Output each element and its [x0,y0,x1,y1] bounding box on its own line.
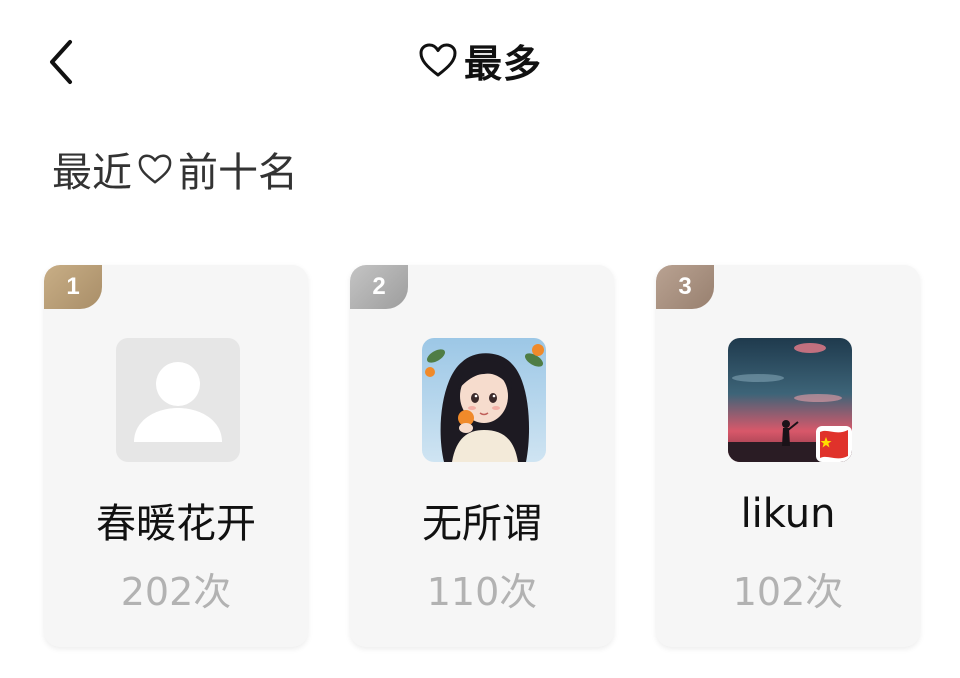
avatar [422,338,546,462]
user-name: 无所谓 [422,501,542,547]
rank-badge: 1 [44,265,102,309]
like-count: 110次 [426,570,538,614]
ranking-card[interactable]: 2 无所谓 110次 [350,265,614,647]
page-title: 最多 [0,34,960,86]
anime-girl-avatar [422,338,546,462]
ranking-card[interactable]: 1 春暖花开 202次 [44,265,308,647]
heart-outline-icon [419,43,457,77]
user-name: likun [740,491,836,537]
like-count: 202次 [120,570,232,614]
sunset-silhouette-avatar [728,338,852,462]
section-title-recent: 最近 [52,150,132,196]
like-count: 102次 [732,570,844,614]
default-avatar-icon [116,338,240,462]
user-name: 春暖花开 [96,501,256,547]
header-bar: 最多 [0,0,960,120]
rank-badge: 3 [656,265,714,309]
section-title: 最近 前十名 [52,140,298,198]
heart-outline-icon [138,154,172,184]
rank-badge: 2 [350,265,408,309]
avatar [116,338,240,462]
ranking-card[interactable]: 3 likun 102次 [656,265,920,647]
ranking-list: 1 春暖花开 202次 2 无所谓 110次 3 likun 102次 [44,265,920,647]
page-title-text: 最多 [463,41,542,86]
section-title-top-ten: 前十名 [178,150,298,196]
avatar [728,338,852,462]
